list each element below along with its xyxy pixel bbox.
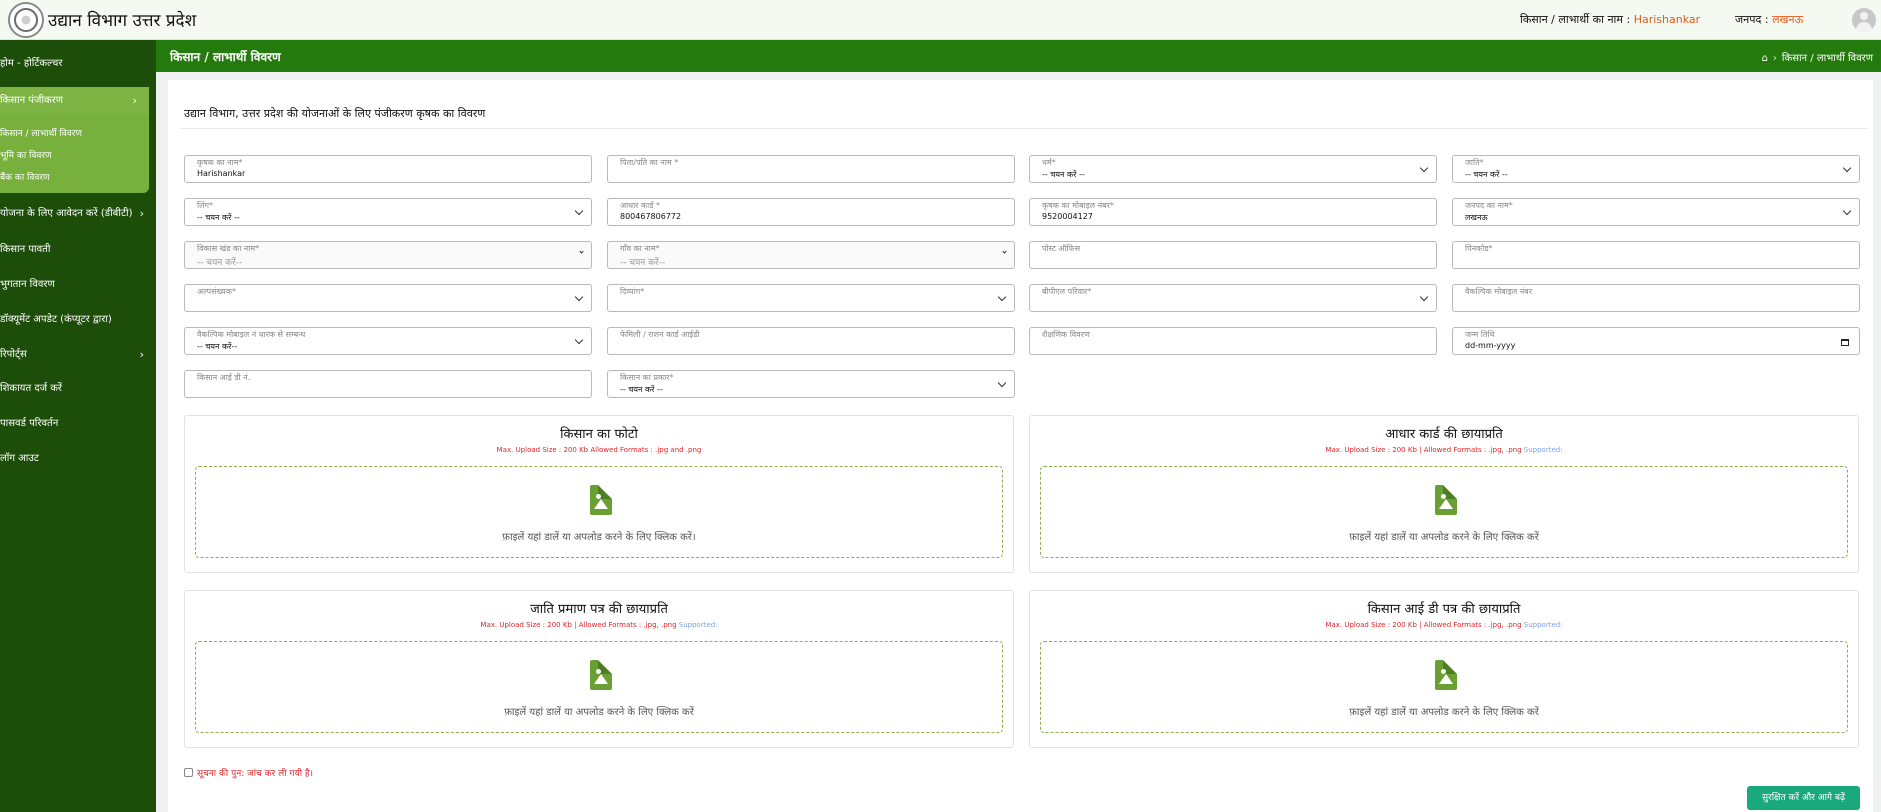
upload-card-caste-certificate: जाति प्रमाण पत्र की छायाप्रति Max. Uploa…: [184, 590, 1014, 748]
district-label: जनपद :: [1735, 13, 1769, 26]
chevron-down-icon: [1002, 249, 1007, 254]
user-avatar-icon[interactable]: [1852, 8, 1876, 32]
sidebar-item-farmer-registration[interactable]: किसान पंजीकरण ›: [0, 87, 149, 115]
file-dropzone[interactable]: फ़ाइलें यहां डालें या अपलोड करने के लिए …: [1040, 466, 1848, 558]
pincode-field[interactable]: पिनकोड*: [1452, 241, 1860, 269]
farmer-type-select[interactable]: किसान का प्रकार* -- चयन करें --: [607, 370, 1015, 398]
file-image-icon: [590, 660, 612, 690]
sidebar-item-payment-details[interactable]: भुगतान विवरण: [0, 271, 156, 299]
chevron-down-icon: [574, 206, 584, 216]
user-label: किसान / लाभार्थी का नाम :: [1520, 13, 1631, 26]
sidebar-item-change-password[interactable]: पासवर्ड परिवर्तन: [0, 410, 156, 438]
sidebar-item-logout[interactable]: लॉग आउट: [0, 445, 156, 473]
sidebar-item-home[interactable]: होम - होर्टिकल्चर: [0, 50, 156, 78]
disability-select[interactable]: दिव्यांग*: [607, 284, 1015, 312]
submenu-item-bank-details[interactable]: बैंक का विवरण: [0, 170, 50, 183]
home-icon[interactable]: ⌂: [1762, 53, 1768, 64]
upload-card-aadhaar: आधार कार्ड की छायाप्रति Max. Upload Size…: [1029, 415, 1859, 573]
sidebar: होम - होर्टिकल्चर किसान पंजीकरण › किसान /…: [0, 40, 156, 812]
form-heading: उद्यान विभाग, उत्तर प्रदेश की योजनाओं के…: [184, 107, 486, 120]
upload-card-farmer-photo: किसान का फोटो Max. Upload Size : 200 Kb …: [184, 415, 1014, 573]
submenu-item-land-details[interactable]: भूमि का विवरण: [0, 148, 52, 161]
form-panel: उद्यान विभाग, उत्तर प्रदेश की योजनाओं के…: [168, 80, 1873, 812]
village-select[interactable]: गाँव का नाम* -- चयन करें--: [607, 241, 1015, 269]
page-title-bar: किसान / लाभार्थी विवरण ⌂ › किसान / लाभार्थ…: [156, 40, 1881, 72]
upload-note: Max. Upload Size : 200 Kb | Allowed Form…: [1325, 446, 1563, 454]
chevron-down-icon: [1842, 163, 1852, 173]
chevron-right-icon: ›: [139, 207, 144, 220]
mobile-number-field[interactable]: कृषक का मोबाइल नंबर* 9520004127: [1029, 198, 1437, 226]
aadhaar-field[interactable]: आधार कार्ड * 800467806772: [607, 198, 1015, 226]
sidebar-submenu: किसान / लाभार्थी विवरण भूमि का विवरण बैं…: [0, 115, 149, 193]
chevron-down-icon: [1842, 206, 1852, 216]
chevron-down-icon: [1419, 163, 1429, 173]
education-field[interactable]: शैक्षणिक विवरण: [1029, 327, 1437, 355]
chevron-down-icon: [574, 292, 584, 302]
sidebar-item-farmer-receipt[interactable]: किसान पावती: [0, 236, 156, 264]
breadcrumb-separator: ›: [1772, 53, 1777, 64]
save-and-continue-button[interactable]: सुरक्षित करें और आगे बढ़ें: [1747, 786, 1860, 810]
file-image-icon: [1435, 660, 1457, 690]
farmer-id-number-field[interactable]: किसान आई डी नं.: [184, 370, 592, 398]
file-image-icon: [1435, 485, 1457, 515]
app-title: उद्यान विभाग उत्तर प्रदेश: [48, 11, 197, 31]
user-info: किसान / लाभार्थी का नाम : Harishankar: [1520, 12, 1700, 27]
page-title: किसान / लाभार्थी विवरण: [170, 50, 281, 64]
upload-title: किसान आई डी पत्र की छायाप्रति: [1367, 602, 1521, 617]
dropzone-text: फ़ाइलें यहां डालें या अपलोड करने के लिए …: [1349, 532, 1539, 543]
bpl-family-select[interactable]: बीपीएल परिवार*: [1029, 284, 1437, 312]
caste-select[interactable]: जाति* -- चयन करें --: [1452, 155, 1860, 183]
chevron-down-icon: [997, 292, 1007, 302]
top-header: उद्यान विभाग उत्तर प्रदेश किसान / लाभार्…: [0, 0, 1881, 40]
calendar-icon[interactable]: [1841, 339, 1849, 346]
date-of-birth-field[interactable]: जन्म तिथि dd-mm-yyyy: [1452, 327, 1860, 355]
block-select[interactable]: विकास खंड का नाम* -- चयन करें--: [184, 241, 592, 269]
chevron-down-icon: [574, 335, 584, 345]
user-name: Harishankar: [1633, 13, 1701, 26]
family-ration-card-field[interactable]: फेमिली / राशन कार्ड आईडी: [607, 327, 1015, 355]
alternate-mobile-relation-select[interactable]: वैकल्पिक मोबाइल नं धारक से सम्बन्ध -- चयन…: [184, 327, 592, 355]
upload-note: Max. Upload Size : 200 Kb | Allowed Form…: [480, 621, 718, 629]
confirm-label: सूचना की पुन: जांच कर ली गयी है।: [197, 769, 314, 779]
file-dropzone[interactable]: फ़ाइलें यहां डालें या अपलोड करने के लिए …: [195, 466, 1003, 558]
sidebar-item-reports[interactable]: रिपोर्ट्स ›: [0, 341, 156, 369]
religion-select[interactable]: धर्म* -- चयन करें --: [1029, 155, 1437, 183]
district-name: लखनऊ: [1772, 13, 1804, 26]
breadcrumb-current: किसान / लाभार्थी विवरण: [1781, 53, 1873, 64]
upload-title: आधार कार्ड की छायाप्रति: [1385, 427, 1503, 442]
sidebar-item-document-update[interactable]: डॉक्यूमेंट अपडेट (कंप्यूटर द्वारा): [0, 306, 156, 334]
confirm-checkbox-row: सूचना की पुन: जांच कर ली गयी है।: [184, 766, 313, 779]
file-image-icon: [590, 485, 612, 515]
file-dropzone[interactable]: फ़ाइलें यहां डालें या अपलोड करने के लिए …: [1040, 641, 1848, 733]
upload-note: Max. Upload Size : 200 Kb Allowed Format…: [496, 446, 702, 454]
father-husband-name-field[interactable]: पिता/पति का नाम *: [607, 155, 1015, 183]
breadcrumb: ⌂ › किसान / लाभार्थी विवरण: [1762, 50, 1873, 64]
district-info: जनपद : लखनऊ: [1735, 12, 1803, 27]
chevron-down-icon: [1419, 292, 1429, 302]
alternate-mobile-field[interactable]: वैकल्पिक मोबाइल नंबर: [1452, 284, 1860, 312]
district-select[interactable]: जनपद का नाम* लखनऊ: [1452, 198, 1860, 226]
upload-title: जाति प्रमाण पत्र की छायाप्रति: [530, 602, 668, 617]
chevron-right-icon: ›: [132, 94, 137, 107]
dropzone-text: फ़ाइलें यहां डालें या अपलोड करने के लिए …: [504, 707, 694, 718]
post-office-field[interactable]: पोस्ट ऑफिस: [1029, 241, 1437, 269]
confirm-checkbox[interactable]: [184, 768, 193, 777]
dropzone-text: फ़ाइलें यहां डालें या अपलोड करने के लिए …: [502, 532, 696, 543]
chevron-down-icon: [997, 378, 1007, 388]
submenu-item-farmer-details[interactable]: किसान / लाभार्थी विवरण: [0, 126, 82, 139]
file-dropzone[interactable]: फ़ाइलें यहां डालें या अपलोड करने के लिए …: [195, 641, 1003, 733]
sidebar-item-apply-scheme[interactable]: योजना के लिए आवेदन करें (डीबीटी) ›: [0, 200, 156, 228]
upload-card-farmer-id: किसान आई डी पत्र की छायाप्रति Max. Uploa…: [1029, 590, 1859, 748]
upload-title: किसान का फोटो: [560, 427, 638, 442]
chevron-down-icon: [579, 249, 584, 254]
up-emblem-logo: [8, 2, 44, 38]
farmer-name-field[interactable]: कृषक का नाम* Harishankar: [184, 155, 592, 183]
upload-note: Max. Upload Size : 200 Kb | Allowed Form…: [1325, 621, 1563, 629]
chevron-right-icon: ›: [139, 348, 144, 361]
minority-select[interactable]: अल्पसंख्यक*: [184, 284, 592, 312]
gender-select[interactable]: लिंग* -- चयन करें --: [184, 198, 592, 226]
divider: [180, 128, 1868, 129]
dropzone-text: फ़ाइलें यहां डालें या अपलोड करने के लिए …: [1349, 707, 1539, 718]
sidebar-item-complaint[interactable]: शिकायत दर्ज करें: [0, 375, 156, 403]
